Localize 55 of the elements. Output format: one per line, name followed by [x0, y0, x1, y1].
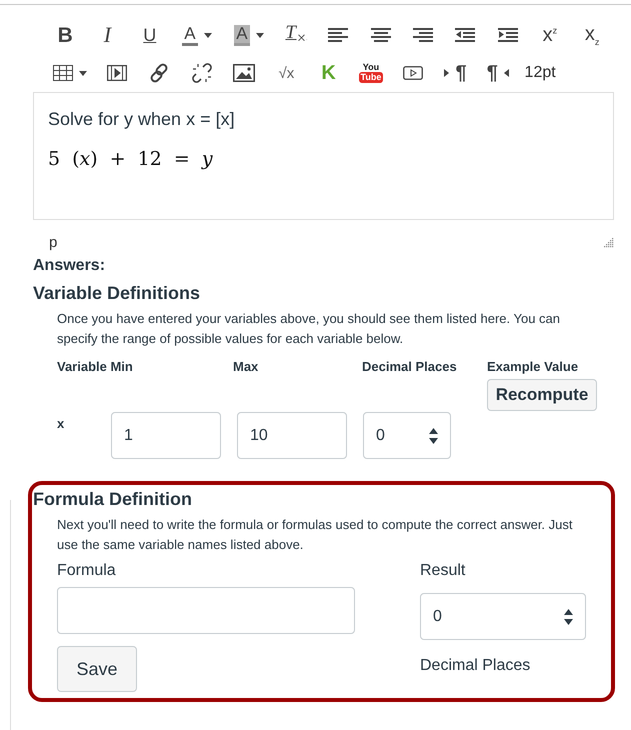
play-icon[interactable]: [403, 66, 424, 80]
indent-icon[interactable]: [498, 27, 518, 43]
align-right-icon[interactable]: [412, 27, 433, 43]
triangle-icon: [504, 69, 509, 77]
save-button[interactable]: Save: [57, 646, 137, 692]
recompute-button[interactable]: Recompute: [487, 379, 597, 411]
highlight-color-button[interactable]: A: [234, 24, 250, 46]
clear-format-button[interactable]: T$_{×}$: [285, 23, 307, 47]
superscript-button[interactable]: x$^{z}$: [542, 25, 558, 45]
description: Next you'll need to write the formula or formulas used to compute the correct answer. Just use the same variable names listed above.: [57, 516, 574, 554]
decimal-places-label: Decimal Places: [420, 656, 532, 676]
resize-handle-icon[interactable]: [604, 238, 614, 248]
subscript-button[interactable]: x$_{z}$: [584, 24, 600, 46]
italic-button[interactable]: I: [104, 24, 112, 46]
spinner-icon: [429, 428, 438, 444]
text-color-button[interactable]: A: [182, 24, 198, 46]
rtl-button[interactable]: ¶: [486, 63, 509, 83]
question-text: Solve for y when x = [x]: [48, 109, 236, 130]
column-header: Max: [233, 359, 260, 375]
table-icon[interactable]: [53, 65, 73, 81]
section-heading: Variable Definitions: [33, 282, 202, 305]
outdent-icon[interactable]: [455, 27, 476, 43]
spinner-icon: [564, 608, 573, 624]
equation: 5 (x) + 12 = y: [48, 148, 214, 170]
image-icon[interactable]: [233, 64, 256, 82]
min-field[interactable]: 1: [111, 412, 221, 459]
font-size-button[interactable]: 12pt: [524, 65, 556, 81]
caret-icon: [79, 70, 87, 76]
element-path: p: [49, 234, 58, 251]
triangle-icon: [444, 69, 450, 77]
caret-icon: [204, 32, 212, 38]
caret-icon: [256, 32, 264, 38]
formula-field[interactable]: [57, 587, 355, 634]
text-editor[interactable]: Solve for y when x = [x] 5 (x) + 12 = y: [33, 92, 614, 220]
answers-label: Answers:: [33, 256, 106, 276]
film-icon[interactable]: [107, 65, 128, 81]
description: Once you have entered your variables above, you should see them listed here. You can specify the range of possible values for each variable below.: [57, 310, 561, 348]
equation-button[interactable]: √x: [278, 66, 294, 80]
align-center-icon[interactable]: [370, 27, 391, 43]
column-header: Decimal Places: [362, 359, 458, 375]
align-left-icon[interactable]: [328, 27, 348, 43]
ltr-button[interactable]: ¶: [444, 63, 467, 83]
bold-button[interactable]: B: [58, 24, 73, 46]
column-header: Example Value: [487, 359, 580, 375]
result-label: Result: [420, 561, 466, 581]
column-header: Variable Min: [57, 359, 134, 375]
unlink-icon[interactable]: [192, 63, 212, 83]
link-icon[interactable]: [149, 63, 170, 83]
decimal-places-select[interactable]: 0: [363, 412, 451, 459]
result-select[interactable]: 0: [420, 593, 586, 640]
section-heading: Formula Definition: [33, 488, 193, 511]
underline-button[interactable]: U: [143, 26, 156, 44]
variable-name: x: [57, 415, 66, 431]
formula-label: Formula: [57, 561, 117, 581]
max-field[interactable]: 10: [237, 412, 347, 459]
